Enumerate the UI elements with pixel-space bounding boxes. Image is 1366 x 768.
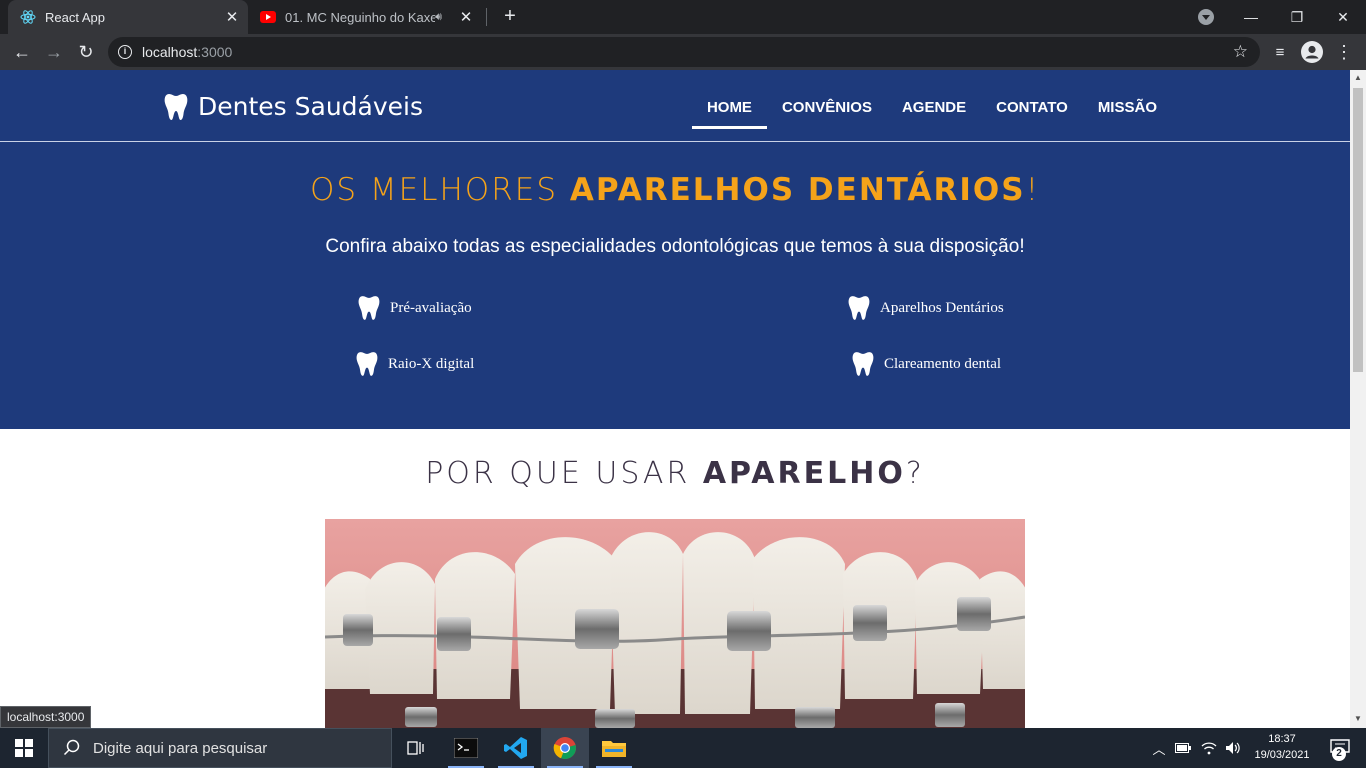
restore-icon[interactable]: ❐ [1274,0,1320,34]
tab-search-icon[interactable] [1198,9,1214,25]
reload-icon[interactable]: ↻ [72,38,100,66]
notification-badge: 2 [1332,747,1346,761]
tab-title: 01. MC Neguinho do Kaxeta [285,9,436,25]
service-item: Clareamento dental [852,351,1001,377]
service-label: Clareamento dental [884,355,1002,372]
menu-icon[interactable]: ⋮ [1330,38,1358,66]
speaker-icon[interactable]: 🔊︎ [435,11,442,24]
tooth-icon [848,296,870,320]
status-url-pill: localhost:3000 [0,706,92,728]
file-explorer-icon[interactable] [590,728,638,768]
forward-icon[interactable]: → [40,38,68,66]
service-item: Pré-avaliação [358,295,472,321]
tab-separator [486,8,487,26]
chrome-app-icon[interactable] [541,728,589,768]
wifi-icon[interactable] [1198,728,1220,768]
taskbar-search-input[interactable]: Digite aqui para pesquisar [48,728,392,768]
hero-section: OS MELHORES APARELHOS DENTÁRIOS! Confira… [0,142,1350,429]
clock-time: 18:37 [1268,733,1296,745]
site-header: Dentes Saudáveis HOME CONVÊNIOS AGENDE C… [0,70,1350,142]
main-nav: HOME CONVÊNIOS AGENDE CONTATO MISSÃO [691,90,1172,129]
back-icon[interactable]: ← [8,38,36,66]
hero-title: OS MELHORES APARELHOS DENTÁRIOS! [0,172,1350,208]
hero-title-bold: APARELHOS DENTÁRIOS [569,172,1026,208]
url-text: localhost:3000 [142,44,232,60]
vscode-app-icon[interactable] [492,728,540,768]
service-label: Pré-avaliação [390,299,472,316]
scroll-thumb[interactable] [1353,88,1363,372]
taskbar-clock[interactable]: 18:37 19/03/2021 [1252,731,1312,763]
scroll-down-icon[interactable]: ▼ [1353,714,1363,724]
tab-youtube[interactable]: 01. MC Neguinho do Kaxeta 🔊︎ ✕ [250,0,482,34]
address-bar[interactable]: i localhost:3000 ☆ [108,37,1260,67]
terminal-app-icon[interactable] [442,728,490,768]
search-placeholder: Digite aqui para pesquisar [93,739,268,757]
section-title-bold: APARELHO [702,456,906,491]
search-icon [63,739,80,756]
windows-taskbar: Digite aqui para pesquisar ︿ 18:37 19/03… [0,728,1366,768]
battery-icon[interactable] [1172,728,1194,768]
minimize-icon[interactable]: — [1228,0,1274,34]
windows-start-icon[interactable] [0,728,48,768]
brand-name: Dentes Saudáveis [198,92,423,121]
close-icon[interactable]: ✕ [222,8,242,26]
bookmark-star-icon[interactable]: ☆ [1233,42,1248,62]
profile-avatar[interactable] [1298,38,1326,66]
youtube-icon [260,9,276,25]
info-icon[interactable]: i [118,45,132,59]
nav-agende[interactable]: AGENDE [887,90,981,129]
url-host: localhost [142,44,198,60]
nav-contato[interactable]: CONTATO [981,90,1083,129]
browser-tabstrip: React App ✕ 01. MC Neguinho do Kaxeta 🔊︎… [0,0,1366,34]
tab-react-app[interactable]: React App ✕ [8,0,248,34]
braces-photo [325,519,1025,728]
hero-subtitle: Confira abaixo todas as especialidades o… [325,236,1025,257]
volume-icon[interactable] [1222,728,1244,768]
tooth-icon [164,93,188,120]
scroll-up-icon[interactable]: ▲ [1353,73,1363,83]
browser-toolbar: ← → ↻ i localhost:3000 ☆ ≡ ⋮ [0,34,1366,70]
service-label: Raio-X digital [388,355,475,372]
react-icon [20,9,36,25]
tooth-icon [358,296,380,320]
close-icon[interactable]: ✕ [456,8,476,26]
section-title-light: POR QUE USAR [425,456,703,491]
new-tab-button[interactable]: + [498,5,522,29]
clock-date: 19/03/2021 [1254,749,1310,761]
service-item: Aparelhos Dentários [848,295,1004,321]
hero-title-light: OS MELHORES [309,172,570,208]
task-view-icon[interactable] [392,728,440,768]
tooth-icon [356,352,378,376]
tab-title: React App [45,9,105,25]
service-item: Raio-X digital [356,351,474,377]
media-control-icon[interactable]: ≡ [1266,38,1294,66]
nav-missao[interactable]: MISSÃO [1083,90,1172,129]
section-title-end: ? [905,456,925,491]
hero-title-end: ! [1025,172,1041,208]
tooth-icon [852,352,874,376]
tray-chevron-icon[interactable]: ︿ [1150,728,1168,768]
service-label: Aparelhos Dentários [880,299,1004,316]
url-port: :3000 [197,44,233,60]
nav-home[interactable]: HOME [691,90,767,129]
close-window-icon[interactable]: ✕ [1320,0,1366,34]
page-scrollbar[interactable]: ▲ ▼ [1350,70,1366,728]
brand[interactable]: Dentes Saudáveis [164,92,423,121]
page-viewport: Dentes Saudáveis HOME CONVÊNIOS AGENDE C… [0,70,1350,728]
section-title: POR QUE USAR APARELHO? [0,456,1350,491]
nav-convenios[interactable]: CONVÊNIOS [767,90,887,129]
